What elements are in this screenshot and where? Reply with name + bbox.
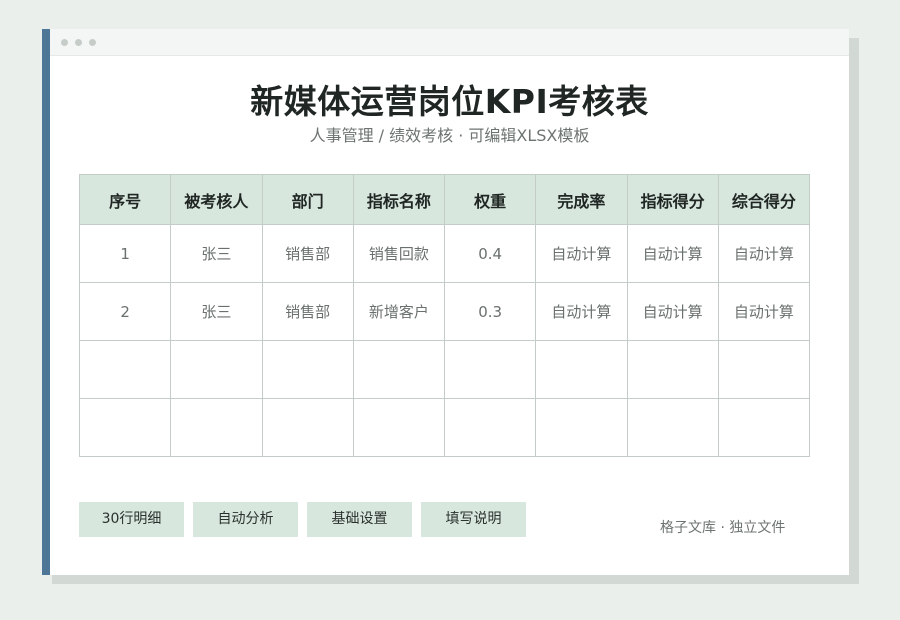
table-cell[interactable]: 1 (78, 224, 172, 283)
document-title: 新媒体运营岗位KPI考核表 (250, 82, 649, 121)
header-indicator-name: 指标名称 (352, 174, 446, 225)
table-cell[interactable]: 自动计算 (717, 282, 811, 341)
window-titlebar (50, 29, 849, 56)
table-cell[interactable]: 自动计算 (626, 282, 719, 341)
header-weight: 权重 (443, 174, 537, 225)
document-subtitle: 人事管理 / 绩效考核 · 可编辑XLSX模板 (309, 126, 590, 145)
table-cell[interactable] (78, 398, 172, 457)
table-cell[interactable] (261, 398, 354, 457)
table-cell[interactable]: 自动计算 (535, 224, 628, 283)
table-cell[interactable] (261, 340, 354, 399)
table-row: 1 张三 销售部 销售回款 0.4 自动计算 自动计算 自动计算 (78, 224, 811, 283)
header-indicator-score: 指标得分 (626, 174, 719, 225)
header-department: 部门 (261, 174, 354, 225)
table-cell[interactable]: 新增客户 (352, 282, 446, 341)
document-card: 新媒体运营岗位KPI考核表 人事管理 / 绩效考核 · 可编辑XLSX模板 序号… (42, 29, 849, 575)
table-cell[interactable] (626, 398, 719, 457)
table-row (78, 398, 811, 457)
table-cell[interactable] (717, 398, 811, 457)
table-cell[interactable]: 销售回款 (352, 224, 446, 283)
table-cell[interactable]: 销售部 (261, 224, 354, 283)
table-cell[interactable] (717, 340, 811, 399)
window-dot-icon (75, 39, 82, 46)
table-cell[interactable] (535, 398, 628, 457)
table-cell[interactable] (443, 340, 537, 399)
footer-note: 格子文库 · 独立文件 (660, 520, 786, 536)
tab-instructions[interactable]: 填写说明 (421, 502, 526, 537)
header-index: 序号 (78, 174, 172, 225)
tab-auto-analysis[interactable]: 自动分析 (193, 502, 298, 537)
table-cell[interactable] (443, 398, 537, 457)
table-cell[interactable] (78, 340, 172, 399)
table-cell[interactable]: 张三 (170, 224, 263, 283)
table-cell[interactable]: 自动计算 (535, 282, 628, 341)
table-header-row: 序号 被考核人 部门 指标名称 权重 完成率 指标得分 综合得分 (78, 174, 811, 225)
tab-basic-settings[interactable]: 基础设置 (307, 502, 412, 537)
table-cell[interactable]: 销售部 (261, 282, 354, 341)
table-cell[interactable]: 2 (78, 282, 172, 341)
window-dot-icon (61, 39, 68, 46)
table-cell[interactable]: 自动计算 (717, 224, 811, 283)
table-cell[interactable]: 自动计算 (626, 224, 719, 283)
table-cell[interactable] (352, 340, 446, 399)
header-overall-score: 综合得分 (717, 174, 811, 225)
table-cell[interactable]: 0.4 (443, 224, 537, 283)
table-cell[interactable] (170, 398, 263, 457)
table-cell[interactable]: 张三 (170, 282, 263, 341)
header-completion-rate: 完成率 (535, 174, 628, 225)
header-assessee: 被考核人 (170, 174, 263, 225)
table-cell[interactable]: 0.3 (443, 282, 537, 341)
table-cell[interactable] (626, 340, 719, 399)
tab-detail-30-rows[interactable]: 30行明细 (79, 502, 184, 537)
window-dot-icon (89, 39, 96, 46)
table-cell[interactable] (170, 340, 263, 399)
sheet-tab-bar: 30行明细 自动分析 基础设置 填写说明 (79, 502, 526, 537)
table-row (78, 340, 811, 399)
table-row: 2 张三 销售部 新增客户 0.3 自动计算 自动计算 自动计算 (78, 282, 811, 341)
table-cell[interactable] (535, 340, 628, 399)
table-cell[interactable] (352, 398, 446, 457)
kpi-table: 序号 被考核人 部门 指标名称 权重 完成率 指标得分 综合得分 1 张三 销售… (78, 174, 811, 457)
